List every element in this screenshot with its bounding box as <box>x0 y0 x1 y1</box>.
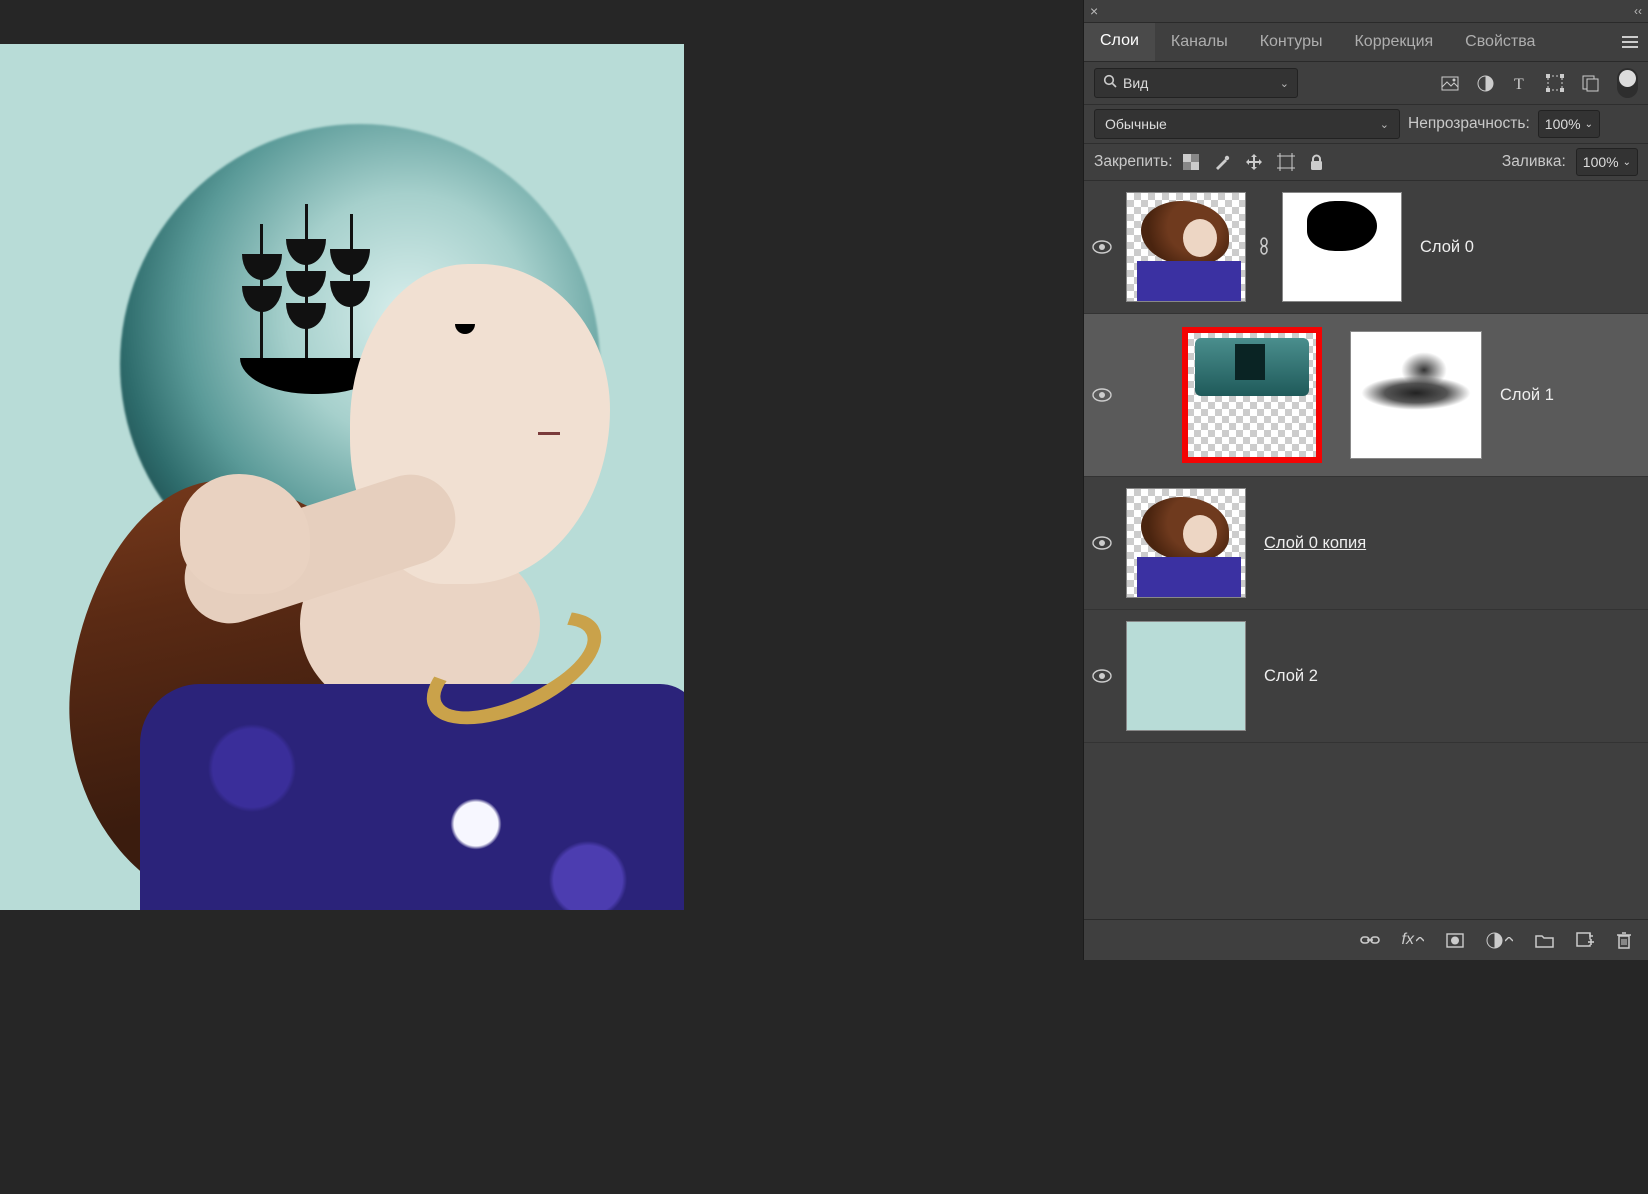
panel-titlebar: × ‹‹ <box>1084 0 1648 23</box>
filter-kind-select[interactable]: Вид ⌄ <box>1094 68 1298 98</box>
chevron-down-icon: ⌄ <box>1380 118 1389 131</box>
visibility-icon[interactable] <box>1088 240 1116 254</box>
artwork-dress <box>140 684 684 910</box>
layer-fx-icon[interactable]: fx <box>1402 931 1424 949</box>
filter-shape-icon[interactable] <box>1546 74 1564 92</box>
tab-paths[interactable]: Контуры <box>1244 23 1339 61</box>
panel-footer: fx <box>1084 919 1648 960</box>
chevron-down-icon: ⌄ <box>1585 119 1593 130</box>
layer-row[interactable]: Слой 1 <box>1084 314 1648 477</box>
layer-mask-thumbnail[interactable] <box>1350 331 1482 459</box>
blend-mode-select[interactable]: Обычные ⌄ <box>1094 109 1400 139</box>
filter-smart-icon[interactable] <box>1582 75 1599 92</box>
layer-mask-thumbnail[interactable] <box>1282 192 1402 302</box>
layer-row[interactable]: Слой 2 <box>1084 610 1648 743</box>
fill-value: 100% <box>1583 154 1619 170</box>
lock-brush-icon[interactable] <box>1213 153 1231 171</box>
layer-thumbnail[interactable] <box>1126 621 1246 731</box>
tab-channels[interactable]: Каналы <box>1155 23 1244 61</box>
lock-all-icon[interactable] <box>1309 154 1324 171</box>
app-root: × ‹‹ Слои Каналы Контуры Коррекция Свойс… <box>0 0 1648 1194</box>
layer-name[interactable]: Слой 0 <box>1420 238 1474 257</box>
visibility-icon[interactable] <box>1088 536 1116 550</box>
filter-adjust-icon[interactable] <box>1477 75 1494 92</box>
new-layer-icon[interactable] <box>1576 932 1594 948</box>
add-mask-icon[interactable] <box>1446 933 1464 948</box>
layers-list[interactable]: Слой 0 Слой 1 Слой 0 копия Слой 2 <box>1084 181 1648 917</box>
delete-layer-icon[interactable] <box>1616 931 1632 949</box>
layer-name[interactable]: Слой 2 <box>1264 667 1318 686</box>
layer-filter-row: Вид ⌄ T <box>1084 62 1648 104</box>
fill-label: Заливка: <box>1502 153 1566 171</box>
lock-move-icon[interactable] <box>1245 153 1263 171</box>
opacity-input[interactable]: 100% ⌄ <box>1538 110 1600 138</box>
tab-properties[interactable]: Свойства <box>1449 23 1551 61</box>
panel-tabs: Слои Каналы Контуры Коррекция Свойства <box>1084 23 1648 62</box>
lock-label: Закрепить: <box>1094 153 1173 171</box>
filter-type-icons: T <box>1441 68 1638 98</box>
tab-layers[interactable]: Слои <box>1084 23 1155 61</box>
filter-type-icon[interactable]: T <box>1512 75 1528 91</box>
fill-input[interactable]: 100% ⌄ <box>1576 148 1638 176</box>
mask-link-icon[interactable] <box>1256 237 1272 258</box>
opacity-value: 100% <box>1545 116 1581 132</box>
lock-artboard-icon[interactable] <box>1277 153 1295 171</box>
blend-mode-value: Обычные <box>1105 116 1167 132</box>
adjustment-layer-icon[interactable] <box>1486 932 1513 949</box>
layer-row[interactable]: Слой 0 копия <box>1084 477 1648 610</box>
link-layers-icon[interactable] <box>1360 934 1380 946</box>
visibility-icon[interactable] <box>1088 388 1116 402</box>
lock-transparency-icon[interactable] <box>1183 154 1199 170</box>
layer-name[interactable]: Слой 1 <box>1500 386 1554 405</box>
workspace: × ‹‹ Слои Каналы Контуры Коррекция Свойс… <box>0 0 1648 1194</box>
lock-fill-row: Закрепить: Заливка: 100% ⌄ <box>1084 143 1648 181</box>
panel-menu-icon[interactable] <box>1612 23 1648 61</box>
filter-toggle[interactable] <box>1617 68 1638 98</box>
filter-pixel-icon[interactable] <box>1441 76 1459 91</box>
layer-name[interactable]: Слой 0 копия <box>1264 534 1366 553</box>
chevron-down-icon: ⌄ <box>1623 157 1631 168</box>
blend-opacity-row: Обычные ⌄ Непрозрачность: 100% ⌄ <box>1084 104 1648 143</box>
svg-text:T: T <box>1514 76 1524 91</box>
search-icon <box>1103 74 1117 92</box>
layer-row[interactable]: Слой 0 <box>1084 181 1648 314</box>
layer-thumbnail[interactable] <box>1126 488 1246 598</box>
filter-kind-label: Вид <box>1123 75 1148 91</box>
document-canvas[interactable] <box>0 44 684 910</box>
opacity-label: Непрозрачность: <box>1408 115 1530 133</box>
artwork-lip <box>538 432 560 435</box>
chevron-down-icon: ⌄ <box>1280 77 1289 90</box>
layers-panel: × ‹‹ Слои Каналы Контуры Коррекция Свойс… <box>1083 0 1648 960</box>
tab-adjustments[interactable]: Коррекция <box>1338 23 1449 61</box>
layer-thumbnail[interactable] <box>1126 192 1246 302</box>
collapse-icon[interactable]: ‹‹ <box>1634 4 1642 18</box>
visibility-icon[interactable] <box>1088 669 1116 683</box>
close-icon[interactable]: × <box>1090 3 1098 19</box>
new-group-icon[interactable] <box>1535 933 1554 948</box>
layer-thumbnail[interactable] <box>1186 331 1318 459</box>
